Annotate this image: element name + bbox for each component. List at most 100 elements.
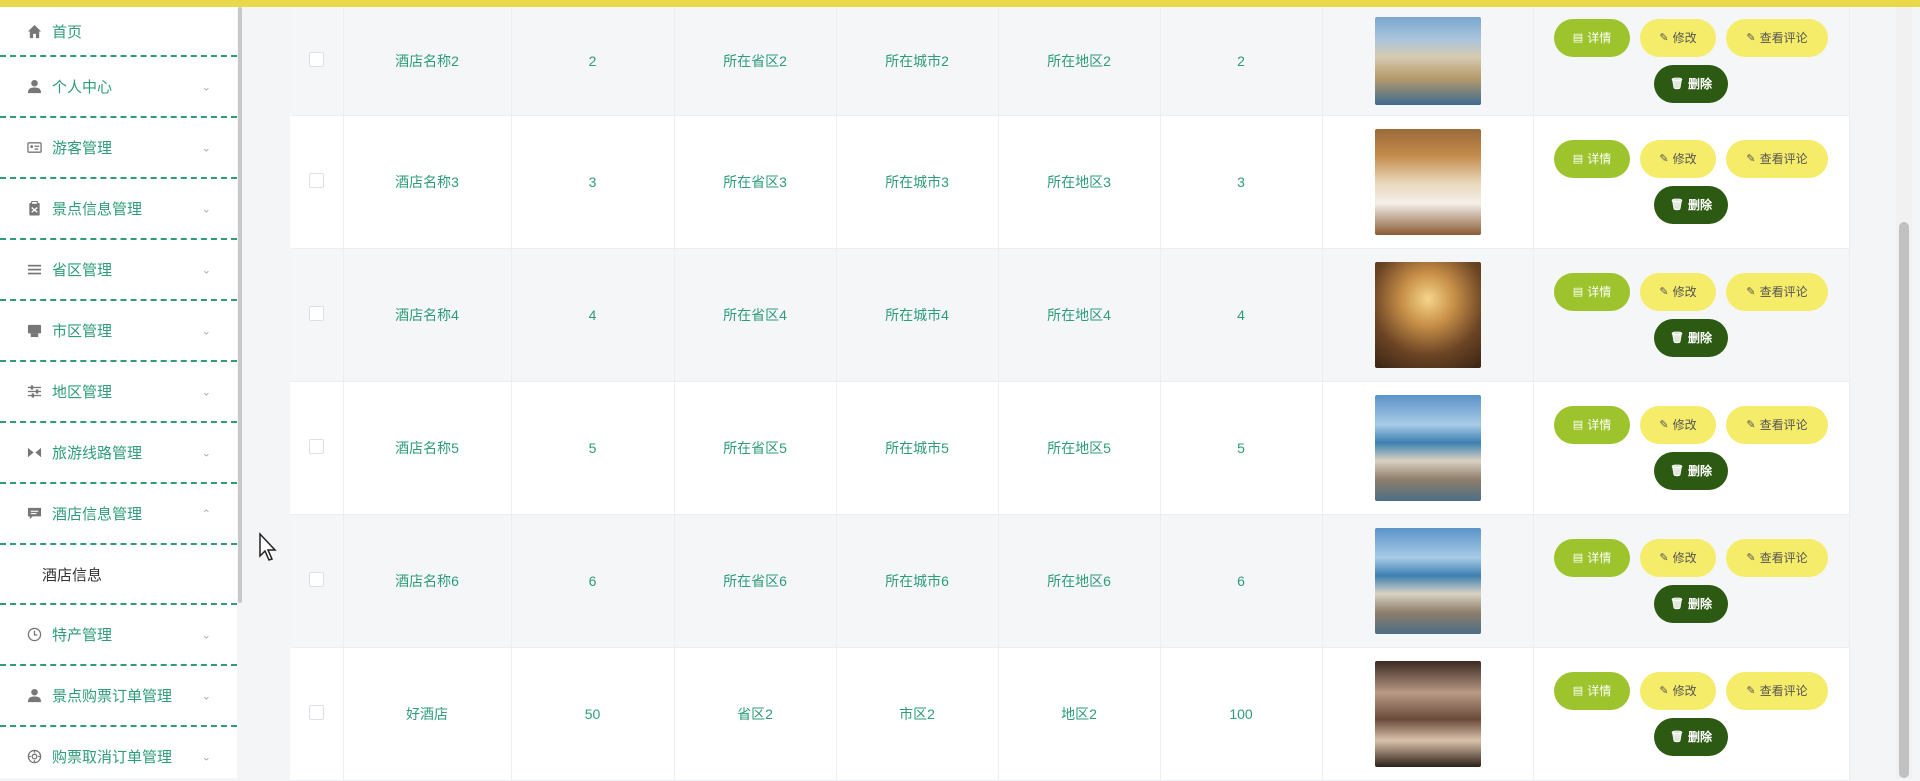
sidebar-item-after-1[interactable]: 景点购票订单管理 ⌄	[0, 666, 237, 727]
table-row: 酒店名称6 6 所在省区6 所在城市6 所在地区6 6 ▤ 详情 ✎ 修改 ✎ 查看评论 🗑 删除	[290, 514, 1850, 647]
hotel-thumbnail	[1374, 660, 1481, 767]
view-reviews-button[interactable]: ✎ 查看评论	[1726, 671, 1828, 710]
detail-button[interactable]: ▤ 详情	[1554, 405, 1630, 444]
sidebar-item-label: 特产管理	[52, 627, 113, 644]
hotel-num: 5	[1237, 439, 1245, 456]
sidebar-scrollbar[interactable]	[238, 7, 242, 603]
hotel-district: 所在地区4	[1047, 306, 1111, 323]
hotel-province: 所在省区5	[723, 439, 787, 456]
edit-button[interactable]: ✎ 修改	[1640, 139, 1716, 178]
sidebar-item-after-2[interactable]: 购票取消订单管理 ⌄	[0, 727, 237, 778]
edit-button[interactable]: ✎ 修改	[1640, 538, 1716, 577]
hotel-thumbnail	[1374, 16, 1481, 105]
edit-button[interactable]: ✎ 修改	[1640, 671, 1716, 710]
hotel-city: 所在城市6	[885, 572, 949, 589]
delete-button[interactable]: 🗑 删除	[1654, 451, 1728, 490]
pencil-icon: ✎	[1746, 286, 1756, 298]
trash-icon: 🗑	[1670, 598, 1684, 610]
id-card-icon	[26, 140, 42, 156]
document-icon: ▤	[1572, 32, 1584, 45]
pencil-icon: ✎	[1746, 685, 1756, 697]
detail-button[interactable]: ▤ 详情	[1554, 18, 1630, 57]
sidebar-subitem-hotel-info[interactable]: 酒店信息	[0, 545, 237, 605]
view-reviews-button[interactable]: ✎ 查看评论	[1726, 538, 1828, 577]
edit-button[interactable]: ✎ 修改	[1640, 18, 1716, 57]
sidebar-item-4[interactable]: 省区管理 ⌄	[0, 240, 237, 301]
row-checkbox[interactable]	[308, 704, 324, 720]
hotel-num: 6	[1237, 572, 1245, 589]
hotel-thumbnail	[1374, 527, 1481, 634]
route-icon	[26, 445, 42, 461]
hotel-city: 所在城市5	[885, 439, 949, 456]
row-checkbox[interactable]	[308, 51, 324, 67]
hotel-city: 所在城市2	[885, 52, 949, 69]
row-actions: ▤ 详情 ✎ 修改 ✎ 查看评论 🗑 删除	[1546, 18, 1836, 103]
view-reviews-button[interactable]: ✎ 查看评论	[1726, 272, 1828, 311]
pencil-icon: ✎	[1659, 32, 1669, 45]
sidebar-item-2[interactable]: 游客管理 ⌄	[0, 118, 237, 179]
detail-button[interactable]: ▤ 详情	[1554, 139, 1630, 178]
sidebar-item-1[interactable]: 个人中心 ⌄	[0, 57, 237, 118]
hotel-province: 所在省区4	[723, 306, 787, 323]
sidebar-item-3[interactable]: 景点信息管理 ⌄	[0, 179, 237, 240]
sidebar-item-5[interactable]: 市区管理 ⌄	[0, 301, 237, 362]
sidebar-item-0[interactable]: 首页	[0, 7, 237, 57]
hotel-num: 2	[1237, 52, 1245, 69]
hotel-num: 4	[1237, 306, 1245, 323]
trash-icon: 🗑	[1670, 465, 1684, 477]
document-icon: ▤	[1572, 685, 1584, 697]
delete-button[interactable]: 🗑 删除	[1654, 584, 1728, 623]
delete-button[interactable]: 🗑 删除	[1654, 64, 1728, 103]
pencil-icon: ✎	[1746, 552, 1756, 564]
sidebar-item-after-0[interactable]: 特产管理 ⌄	[0, 605, 237, 666]
view-reviews-button[interactable]: ✎ 查看评论	[1726, 405, 1828, 444]
delete-button[interactable]: 🗑 删除	[1654, 318, 1728, 357]
trash-icon: 🗑	[1670, 332, 1684, 344]
pencil-icon: ✎	[1746, 153, 1756, 165]
detail-button[interactable]: ▤ 详情	[1554, 272, 1630, 311]
hotel-thumbnail	[1374, 394, 1481, 501]
pencil-icon: ✎	[1659, 685, 1669, 697]
chevron-down-icon: ⌄	[201, 386, 211, 398]
pencil-icon: ✎	[1746, 419, 1756, 431]
row-checkbox[interactable]	[308, 172, 324, 188]
sidebar-item-label: 省区管理	[52, 262, 113, 279]
edit-button[interactable]: ✎ 修改	[1640, 272, 1716, 311]
chevron-down-icon: ⌄	[201, 447, 211, 459]
hotel-id: 2	[588, 52, 597, 69]
hotel-city: 所在城市3	[885, 173, 949, 190]
row-checkbox[interactable]	[308, 571, 324, 587]
row-actions: ▤ 详情 ✎ 修改 ✎ 查看评论 🗑 删除	[1546, 671, 1836, 756]
detail-button[interactable]: ▤ 详情	[1554, 671, 1630, 710]
hotel-district: 所在地区2	[1047, 52, 1111, 69]
hotel-name: 酒店名称5	[395, 439, 459, 456]
sidebar-item-7[interactable]: 旅游线路管理 ⌄	[0, 423, 237, 484]
sidebar-item-6[interactable]: 地区管理 ⌄	[0, 362, 237, 423]
table-row: 酒店名称2 2 所在省区2 所在城市2 所在地区2 2 ▤ 详情 ✎ 修改 ✎ 查看评论 🗑 删除	[290, 7, 1850, 115]
row-checkbox[interactable]	[308, 438, 324, 454]
hotel-thumbnail	[1374, 261, 1481, 368]
hotel-province: 省区2	[737, 705, 773, 722]
hotel-id: 50	[584, 705, 601, 722]
hotel-table: 酒店名称2 2 所在省区2 所在城市2 所在地区2 2 ▤ 详情 ✎ 修改 ✎ 查看评论 🗑 删除…	[290, 7, 1850, 781]
chevron-up-icon: ⌃	[201, 508, 211, 520]
sliders-icon	[26, 384, 42, 400]
view-reviews-button[interactable]: ✎ 查看评论	[1726, 139, 1828, 178]
document-icon: ▤	[1572, 286, 1584, 298]
delete-button[interactable]: 🗑 删除	[1654, 717, 1728, 756]
sidebar-item-label: 市区管理	[52, 323, 113, 340]
view-reviews-button[interactable]: ✎ 查看评论	[1726, 18, 1828, 57]
hotel-name: 酒店名称3	[395, 173, 459, 190]
clock-icon	[26, 627, 42, 643]
table-row: 酒店名称3 3 所在省区3 所在城市3 所在地区3 3 ▤ 详情 ✎ 修改 ✎ 查看评论 🗑 删除	[290, 115, 1850, 248]
page-scrollbar-thumb[interactable]	[1899, 222, 1909, 778]
hotel-city: 所在城市4	[885, 306, 949, 323]
row-checkbox[interactable]	[308, 305, 324, 321]
hotel-id: 3	[588, 173, 597, 190]
delete-button[interactable]: 🗑 删除	[1654, 185, 1728, 224]
pencil-icon: ✎	[1659, 552, 1669, 564]
edit-button[interactable]: ✎ 修改	[1640, 405, 1716, 444]
detail-button[interactable]: ▤ 详情	[1554, 538, 1630, 577]
sidebar-item-8[interactable]: 酒店信息管理 ⌃	[0, 484, 237, 545]
chevron-down-icon: ⌄	[201, 690, 211, 702]
